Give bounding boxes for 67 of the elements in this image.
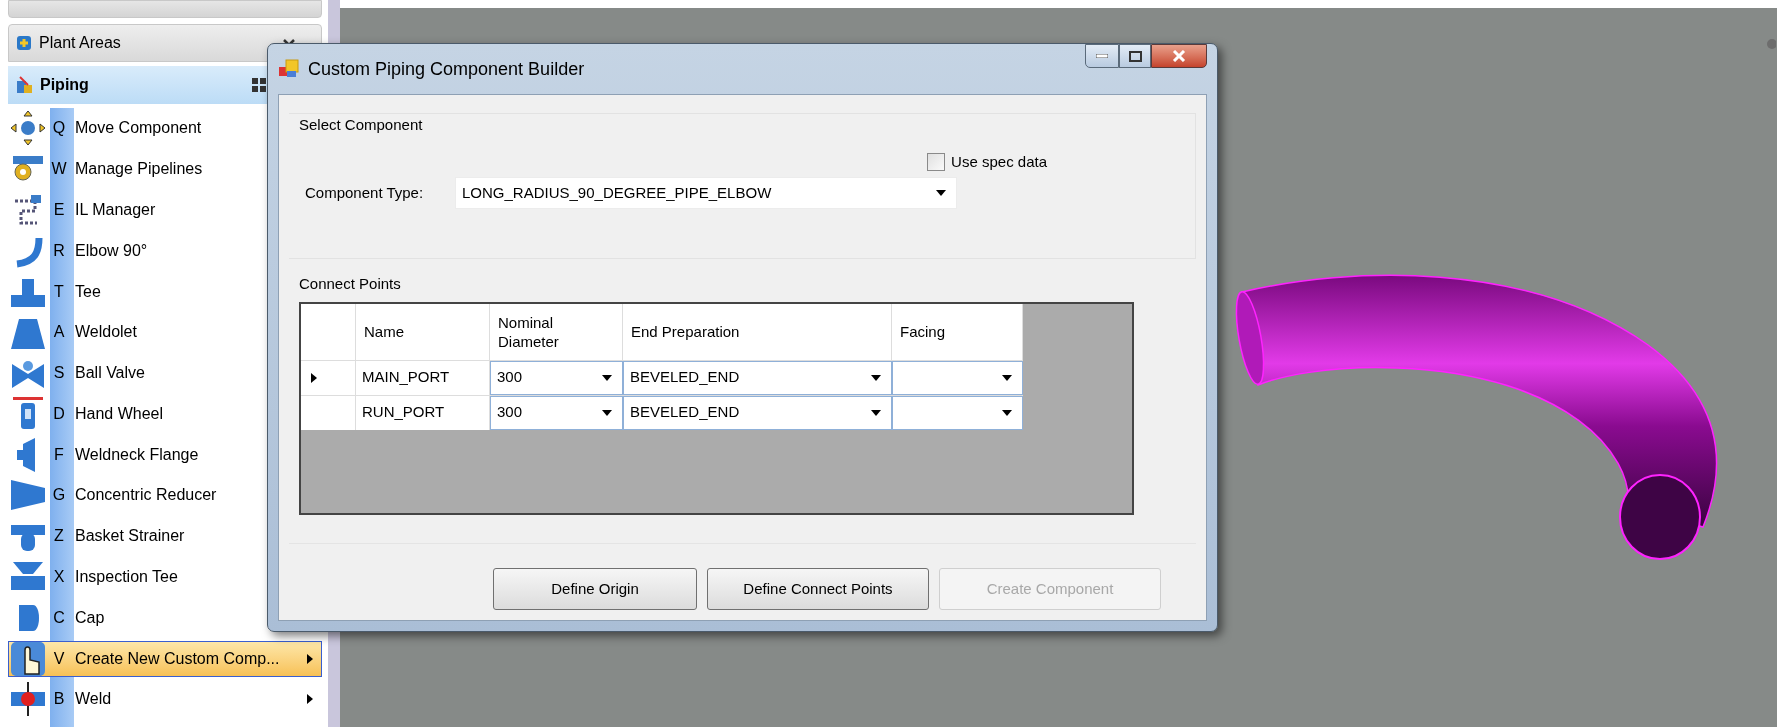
menu-item-label: W Manage Pipelines: [50, 159, 203, 180]
dropdown-cell[interactable]: 300: [490, 395, 623, 430]
group-title: Select Component: [299, 115, 424, 135]
menu-item-label: B Weld: [52, 689, 112, 710]
panel-header[interactable]: [8, 0, 322, 18]
menu-item[interactable]: F Weldneck Flange: [8, 436, 322, 473]
column-header[interactable]: Nominal Diameter: [490, 303, 623, 360]
menu-item[interactable]: G Concentric Reducer: [8, 477, 322, 514]
menu-item-label: T Tee: [53, 281, 101, 302]
menu-item-label: F Weldneck Flange: [53, 444, 199, 465]
group-title: Connect Points: [299, 274, 402, 294]
menu-item-label: D Hand Wheel: [52, 403, 164, 424]
menu-item-label: A Weldolet: [52, 322, 137, 343]
dropdown-cell[interactable]: BEVELED_END: [623, 395, 892, 430]
dropdown-arrow-icon: [871, 409, 881, 416]
menu-item[interactable]: B Weld: [8, 681, 322, 718]
close-button[interactable]: [1151, 44, 1207, 68]
minimize-icon: [1096, 54, 1108, 58]
dropdown-arrow-icon: [602, 409, 612, 416]
menu-item-label: C Cap: [52, 607, 105, 628]
column-header[interactable]: Name: [356, 303, 490, 360]
menu-item-label: Q Move Component: [51, 118, 202, 139]
component-type-dropdown[interactable]: LONG_RADIUS_90_DEGREE_PIPE_ELBOW: [455, 177, 957, 209]
dropdown-arrow-icon: [602, 374, 612, 381]
weld-point-icon: [9, 680, 47, 719]
dialog-button[interactable]: Define Origin: [493, 568, 697, 610]
menu-item-label: X Inspection Tee: [52, 567, 178, 587]
grid-view-icon[interactable]: [252, 78, 266, 92]
menu-item[interactable]: V Create New Custom Comp...: [8, 640, 322, 677]
menu-item[interactable]: S Ball Valve: [8, 355, 322, 392]
dropdown-cell[interactable]: [892, 395, 1023, 430]
dropdown-arrow-icon: [871, 374, 881, 381]
panel-title: Plant Areas: [39, 33, 121, 53]
arrows-cross-icon: [9, 109, 47, 148]
menu-item[interactable]: R Elbow 90°: [8, 232, 322, 269]
column-header[interactable]: Facing: [892, 303, 1023, 360]
table-cell: MAIN_PORT: [356, 360, 490, 395]
minimize-button[interactable]: [1085, 44, 1119, 68]
menu-item-label: Z Basket Strainer: [53, 526, 185, 547]
dropdown-cell[interactable]: [892, 360, 1023, 395]
dropdown-arrow-icon: [1002, 374, 1012, 381]
maximize-button[interactable]: [1119, 44, 1151, 68]
dropdown-arrow-icon: [936, 190, 946, 196]
menu-item[interactable]: C Cap: [8, 599, 322, 636]
checkbox[interactable]: [927, 152, 946, 171]
column-header[interactable]: End Preparation: [623, 303, 892, 360]
menu-item-label: R Elbow 90°: [52, 240, 148, 261]
menu-item[interactable]: D Hand Wheel: [8, 395, 322, 432]
menu-item-label: G Concentric Reducer: [51, 485, 217, 506]
panel-title: Piping: [40, 75, 89, 95]
table-cell: RUN_PORT: [356, 395, 490, 430]
dialog-button[interactable]: Define Connect Points: [707, 568, 929, 610]
close-icon: [1172, 50, 1186, 62]
checkbox-label: Use spec data: [951, 151, 1047, 172]
menu-item-label: V Create New Custom Comp...: [52, 648, 280, 669]
maximize-icon: [1128, 50, 1142, 62]
menu-item-label: E IL Manager: [52, 199, 156, 220]
hand-pointer-icon: [9, 639, 47, 678]
menu-item[interactable]: Z Basket Strainer: [8, 518, 322, 555]
dropdown-arrow-icon: [1002, 409, 1012, 416]
dropdown-cell[interactable]: BEVELED_END: [623, 360, 892, 395]
menu-item-label: S Ball Valve: [52, 363, 145, 384]
app-icon: [278, 58, 300, 80]
panel-header[interactable]: Plant Areas: [8, 24, 322, 62]
menu-item[interactable]: A Weldolet: [8, 314, 322, 351]
dropdown-cell[interactable]: 300: [490, 360, 623, 395]
menu-item[interactable]: X Inspection Tee: [8, 559, 322, 595]
